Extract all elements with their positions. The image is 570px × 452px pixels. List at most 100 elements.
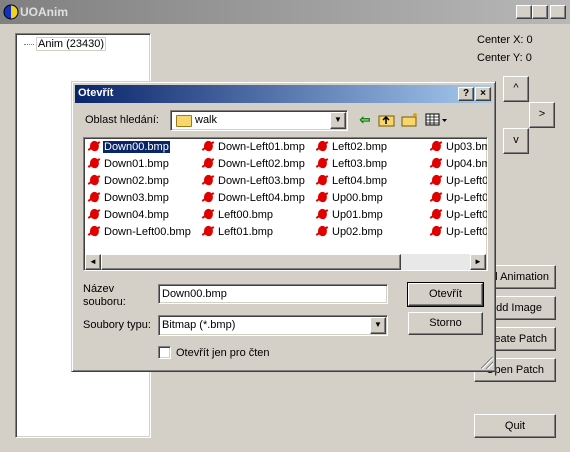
app-logo-icon [3,4,19,20]
filename-label-line1: Název [83,283,115,295]
bitmap-file-icon [315,156,329,170]
file-item[interactable]: Down-Left03.bmp [201,173,306,189]
minimize-button[interactable]: _ [516,5,532,19]
file-item[interactable]: Down03.bmp [87,190,170,206]
file-name: Down-Left03.bmp [218,175,305,187]
resize-grip[interactable] [481,357,493,369]
bitmap-file-icon [201,139,215,153]
cancel-button[interactable]: Storno [408,312,483,335]
file-list[interactable]: Down00.bmp Down01.bmp Down02.bmp Down03.bmp… [83,137,488,271]
right-arrow-icon: > [538,108,546,120]
bitmap-file-icon [315,224,329,238]
file-name: Left00.bmp [218,209,274,221]
file-item[interactable]: Down01.bmp [87,156,170,172]
file-item[interactable]: Up01.bmp [315,207,384,223]
file-item[interactable]: Up-Left00 [429,173,487,189]
file-name: Left01.bmp [218,226,274,238]
file-name: Up00.bmp [332,192,383,204]
up-folder-icon[interactable] [377,112,397,130]
file-name: Left02.bmp [332,141,388,153]
bitmap-file-icon [429,224,443,238]
main-title-bar: UOAnim _ □ × [0,0,570,24]
file-item[interactable]: Down-Left00.bmp [87,224,192,240]
look-in-value: walk [195,114,218,126]
view-menu-icon[interactable] [424,112,450,130]
file-item[interactable]: Up-Left02 [429,207,487,223]
file-item[interactable]: Down-Left02.bmp [201,156,306,172]
help-button[interactable]: ? [458,87,474,101]
back-arrow-icon[interactable]: ⇦ [355,112,375,130]
tree-item-anim[interactable]: Anim (23430) [24,37,107,51]
file-name: Left04.bmp [332,175,388,187]
folder-icon [176,115,192,127]
maximize-button[interactable]: □ [532,5,548,19]
file-item[interactable]: Up00.bmp [315,190,384,206]
bitmap-file-icon [429,156,443,170]
file-name: Down-Left02.bmp [218,158,305,170]
scroll-left-button[interactable]: ◄ [85,254,101,270]
chevron-down-icon[interactable]: ▼ [330,112,346,129]
minimize-icon: _ [521,5,527,16]
look-in-combo[interactable]: walk ▼ [170,110,348,131]
filetype-label: Soubory typu: [83,319,151,331]
bitmap-file-icon [201,224,215,238]
file-item[interactable]: Left03.bmp [315,156,388,172]
readonly-checkbox[interactable] [158,346,171,359]
bitmap-file-icon [87,139,101,153]
file-item[interactable]: Up02.bmp [315,224,384,240]
file-item[interactable]: Up04.bmp [429,156,487,172]
file-item[interactable]: Left00.bmp [201,207,274,223]
file-name: Up-Left01 [446,192,488,204]
filetype-select[interactable]: Bitmap (*.bmp) ▼ [158,315,388,336]
file-item[interactable]: Down00.bmp [87,139,171,155]
quit-button[interactable]: Quit [474,414,556,438]
filename-label-line2: souboru: [83,296,126,308]
scroll-right-button[interactable]: ► [470,254,486,270]
dialog-close-button[interactable]: × [475,87,491,101]
close-icon: × [555,5,561,16]
file-item[interactable]: Down-Left04.bmp [201,190,306,206]
bitmap-file-icon [429,207,443,221]
file-item[interactable]: Down-Left01.bmp [201,139,306,155]
file-name: Down04.bmp [104,209,169,221]
file-name: Down-Left04.bmp [218,192,305,204]
close-button[interactable]: × [550,5,566,19]
file-item[interactable]: Left02.bmp [315,139,388,155]
filename-input[interactable]: Down00.bmp [158,284,388,304]
move-down-button[interactable]: v [503,128,529,154]
look-in-label: Oblast hledání: [85,114,159,126]
down-arrow-icon: v [513,134,519,146]
file-name: Down02.bmp [104,175,169,187]
dialog-title: Otevřít [78,87,114,99]
file-name: Down01.bmp [104,158,169,170]
up-arrow-icon: ^ [513,82,519,94]
file-name: Up04.bmp [446,158,487,170]
file-item[interactable]: Left04.bmp [315,173,388,189]
file-item[interactable]: Up-Left03 [429,224,488,240]
move-right-button[interactable]: > [529,102,555,128]
move-up-button[interactable]: ^ [503,76,529,102]
bitmap-file-icon [87,207,101,221]
filename-value: Down00.bmp [162,288,227,300]
file-item[interactable]: Down04.bmp [87,207,170,223]
file-name: Down-Left00.bmp [104,226,191,238]
dialog-title-bar: Otevřít ? × [75,85,492,103]
right-arrow-icon: ► [474,257,482,266]
file-name: Down03.bmp [104,192,169,204]
file-item[interactable]: Left01.bmp [201,224,274,240]
scroll-thumb[interactable] [101,254,401,270]
file-item[interactable]: Up03.bmp [429,139,487,155]
new-folder-icon[interactable] [400,112,420,130]
help-icon: ? [462,88,470,99]
bitmap-file-icon [315,207,329,221]
center-y-label: Center Y: 0 [477,52,532,64]
chevron-down-icon[interactable]: ▼ [370,317,386,334]
close-icon: × [480,88,486,99]
file-item[interactable]: Down02.bmp [87,173,170,189]
bitmap-file-icon [87,224,101,238]
horizontal-scrollbar[interactable]: ◄ ► [85,254,486,270]
readonly-label: Otevřít jen pro čten [176,347,270,359]
file-name: Up-Left03 [446,226,488,238]
file-item[interactable]: Up-Left01 [429,190,488,206]
open-button[interactable]: Otevřít [407,282,484,307]
